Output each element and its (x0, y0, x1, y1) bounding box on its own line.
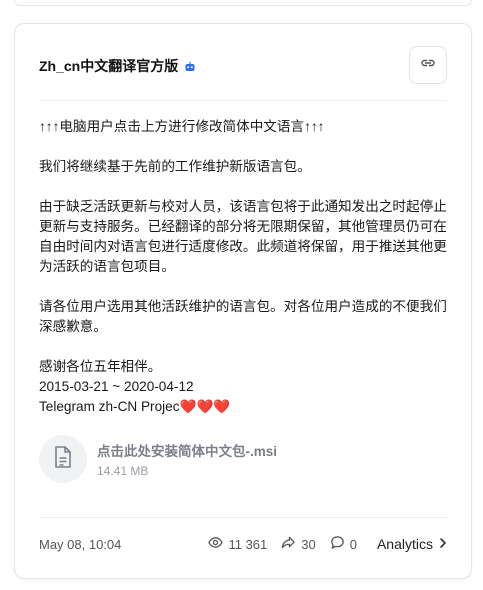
file-info: 点击此处安装简体中文包-.msi 14.41 MB (97, 440, 277, 478)
link-icon (420, 55, 436, 76)
document-icon (53, 445, 73, 474)
post-header: Zh_cn中文翻译官方版 (39, 46, 447, 86)
post-gap (39, 337, 451, 357)
views-stat[interactable]: 11 361 (208, 535, 267, 553)
post-signature: Telegram zh-CN Projec (39, 399, 180, 414)
file-name[interactable]: 点击此处安装简体中文包-.msi (97, 440, 277, 460)
post-signature-line: Telegram zh-CN Projec❤️❤️❤️ (39, 397, 451, 417)
channel-name[interactable]: Zh_cn中文翻译官方版 (39, 56, 178, 76)
chevron-right-icon (433, 536, 447, 552)
heart-emojis: ❤️❤️❤️ (179, 399, 231, 414)
post-card: Zh_cn中文翻译官方版 ↑↑↑电脑用户点击上方进行修改简体中文语言↑↑↑ 我们… (14, 23, 472, 579)
share-icon (281, 535, 301, 553)
post-date: May 08, 10:04 (39, 536, 122, 552)
post-line: 2015-03-21 ~ 2020-04-12 (39, 379, 194, 394)
views-count: 11 361 (228, 536, 268, 552)
file-size: 14.41 MB (97, 464, 149, 478)
post-gap (39, 137, 451, 157)
post-gap (39, 277, 451, 297)
post-footer: May 08, 10:04 11 361 30 0 Analytics (39, 532, 447, 556)
post-line: 我们将继续基于先前的工作维护新版语言包。 (39, 159, 311, 174)
shares-stat[interactable]: 30 (281, 535, 316, 553)
file-icon-badge (39, 435, 87, 483)
post-line: 由于缺乏活跃更新与校对人员，该语言包将于此通知发出之时起停止更新与支持服务。已经… (39, 199, 447, 274)
copy-link-button[interactable] (409, 46, 447, 84)
analytics-label: Analytics (376, 536, 433, 552)
footer-divider (39, 517, 447, 518)
post-line: 感谢各位五年相伴。 (39, 359, 162, 374)
post-body: ↑↑↑电脑用户点击上方进行修改简体中文语言↑↑↑ 我们将继续基于先前的工作维护新… (39, 117, 451, 417)
previous-card-edge (14, 0, 472, 6)
shares-count: 30 (301, 536, 316, 552)
file-attachment[interactable]: 点击此处安装简体中文包-.msi 14.41 MB (39, 434, 447, 484)
comments-stat[interactable]: 0 (330, 535, 357, 553)
post-gap (39, 177, 451, 197)
eye-icon (208, 535, 228, 553)
comment-icon (330, 535, 350, 553)
post-line: 请各位用户选用其他活跃维护的语言包。对各位用户造成的不便我们深感歉意。 (39, 299, 447, 334)
bot-icon (184, 60, 196, 72)
comments-count: 0 (349, 536, 357, 552)
post-line: ↑↑↑电脑用户点击上方进行修改简体中文语言↑↑↑ (39, 119, 325, 134)
analytics-link[interactable]: Analytics (377, 536, 447, 552)
header-divider (39, 100, 447, 101)
